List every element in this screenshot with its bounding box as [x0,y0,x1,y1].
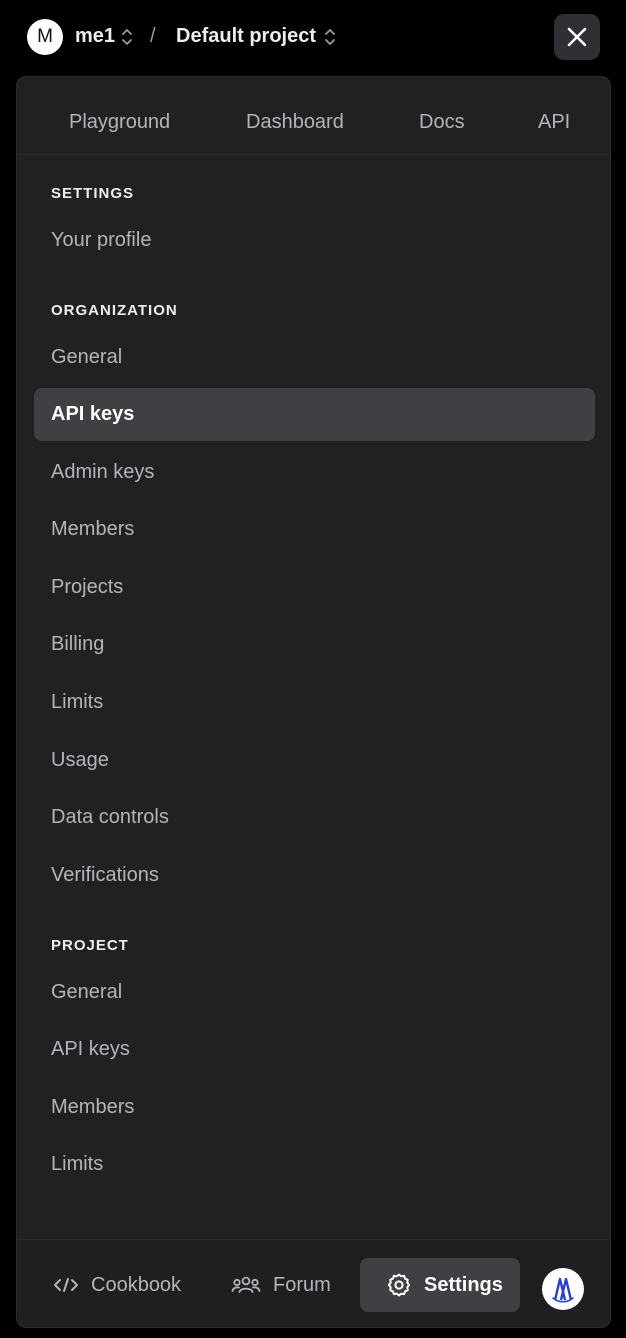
chevron-up-down-icon[interactable] [121,27,133,47]
settings-button[interactable]: Settings [360,1258,520,1312]
breadcrumb-separator: / [150,25,156,47]
navigation-panel: Playground Dashboard Docs API SETTINGS Y… [16,76,611,1328]
nav-item-project-limits[interactable]: Limits [34,1138,595,1191]
section-heading-settings: SETTINGS [51,185,135,202]
nav-item-org-data-controls[interactable]: Data controls [34,791,595,844]
top-header: M me1 / Default project [0,0,626,76]
nav-item-project-members[interactable]: Members [34,1081,595,1134]
nav-item-org-projects[interactable]: Projects [34,561,595,614]
nav-item-org-api-keys[interactable]: API keys [34,388,595,441]
nav-item-your-profile[interactable]: Your profile [34,214,595,267]
tab-dashboard[interactable]: Dashboard [246,111,344,134]
chevron-up-down-icon[interactable] [324,27,336,47]
nav-item-org-billing[interactable]: Billing [34,618,595,671]
settings-label: Settings [424,1273,503,1296]
people-icon [231,1275,261,1295]
top-tabs: Playground Dashboard Docs API [17,77,610,155]
bottom-bar: Cookbook Forum Settings [17,1239,610,1327]
nav-item-org-members[interactable]: Members [34,503,595,556]
project-switcher-label[interactable]: Default project [176,25,316,48]
cookbook-button[interactable]: Cookbook [53,1258,181,1312]
nav-item-project-api-keys[interactable]: API keys [34,1023,595,1076]
nav-item-org-admin-keys[interactable]: Admin keys [34,446,595,499]
tab-playground[interactable]: Playground [69,111,170,134]
forum-button[interactable]: Forum [231,1258,331,1312]
close-button[interactable] [554,14,600,60]
nav-item-org-limits[interactable]: Limits [34,676,595,729]
code-icon [53,1276,79,1294]
section-heading-project: PROJECT [51,937,129,954]
tab-docs[interactable]: Docs [419,111,465,134]
section-heading-organization: ORGANIZATION [51,302,178,319]
brand-logo-icon[interactable] [542,1268,584,1310]
avatar[interactable]: M [27,19,63,55]
nav-item-org-verifications[interactable]: Verifications [34,849,595,902]
close-icon [567,27,587,47]
cookbook-label: Cookbook [91,1273,182,1296]
gear-icon [386,1272,412,1298]
nav-item-project-general[interactable]: General [34,966,595,1019]
settings-nav-screen: M me1 / Default project Playground Dashb… [0,0,626,1338]
forum-label: Forum [273,1273,331,1296]
tab-api[interactable]: API [538,111,570,134]
org-switcher-label[interactable]: me1 [75,25,115,48]
nav-item-org-general[interactable]: General [34,331,595,384]
nav-item-org-usage[interactable]: Usage [34,734,595,787]
